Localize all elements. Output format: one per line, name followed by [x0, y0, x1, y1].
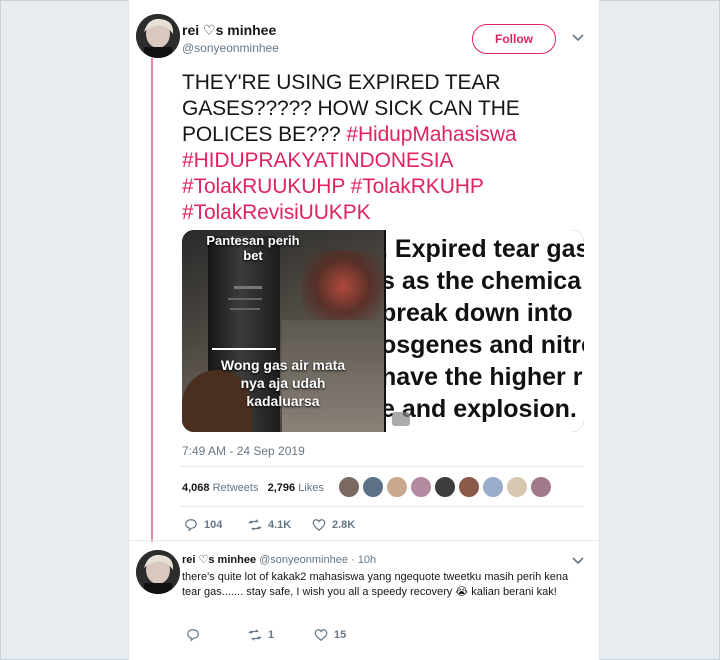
media-text-screenshot[interactable]: . Expired tear gas s as the chemica brea… [386, 230, 584, 432]
reply-meta: rei ♡s minhee @sonyeonminhee · 10h [182, 553, 376, 566]
caption-bottom-line-1: Wong gas air mata [220, 357, 346, 373]
thread-connector-line [151, 58, 153, 542]
reply-action[interactable]: 104 [184, 518, 222, 532]
heart-icon [312, 519, 326, 532]
liker-avatar[interactable] [482, 476, 504, 498]
tweet-text: THEY'RE USING EXPIRED TEAR GASES????? HO… [182, 70, 586, 226]
retweet-action[interactable]: 4.1K [248, 518, 291, 532]
reply-reply-action[interactable] [186, 628, 206, 642]
media-text-line-5: have the higher r [386, 363, 583, 391]
caption-bottom: Wong gas air mata nya aja udah kadaluars… [210, 356, 356, 410]
reply-author-handle[interactable]: @sonyeonminhee [259, 554, 348, 566]
hashtag-tolakrevisiuukpk[interactable]: #TolakRevisiUUKPK [182, 201, 371, 224]
reply-icon [187, 629, 199, 642]
caption-top: Pantesan perih bet [206, 233, 300, 263]
photo-gallery-icon [392, 412, 410, 426]
hashtag-hidupmahasiswa[interactable]: #HidupMahasiswa [346, 123, 516, 146]
reply-author-avatar[interactable] [136, 550, 180, 594]
liker-avatar[interactable] [362, 476, 384, 498]
reply-actions: 1 15 [0, 628, 720, 644]
liker-avatar[interactable] [338, 476, 360, 498]
author-avatar[interactable] [136, 14, 180, 58]
retweets-count[interactable]: 4,068 [182, 482, 210, 494]
liker-avatar[interactable] [410, 476, 432, 498]
follow-button[interactable]: Follow [472, 24, 556, 54]
hashtag-tolakrkuhp[interactable]: #TolakRKUHP [351, 175, 484, 198]
liker-avatar[interactable] [386, 476, 408, 498]
retweet-icon [248, 629, 262, 641]
engagement-stats: 4,068 Retweets 2,796 Likes [182, 482, 324, 494]
reply-like-action[interactable]: 15 [314, 628, 346, 642]
reply-author-name[interactable]: rei ♡s minhee [182, 554, 256, 566]
heart-icon [314, 629, 328, 642]
reply-time[interactable]: · 10h [351, 554, 376, 566]
reply-text: there's quite lot of kakak2 mahasiswa ya… [182, 571, 569, 598]
media-text-line-6: e and explosion. [386, 395, 577, 423]
caption-bottom-line-3: kadaluarsa [246, 393, 320, 409]
tweet-media[interactable]: Pantesan perih bet Wong gas air mata nya… [182, 230, 584, 432]
media-text-line-2: s as the chemica [386, 267, 582, 295]
retweet-icon [248, 519, 262, 531]
likes-label[interactable]: Likes [298, 482, 324, 494]
reply-chevron-down-icon[interactable] [572, 556, 584, 568]
avatar-photo-icon [136, 14, 180, 58]
tweet-timestamp[interactable]: 7:49 AM - 24 Sep 2019 [182, 444, 305, 458]
like-action[interactable]: 2.8K [312, 518, 355, 532]
tweet-separator [128, 540, 600, 541]
liker-avatar[interactable] [434, 476, 456, 498]
reply-retweet-action[interactable]: 1 [248, 628, 274, 642]
likes-count[interactable]: 2,796 [268, 482, 296, 494]
caption-bottom-line-2: nya aja udah [240, 375, 326, 391]
media-photo-tear-gas[interactable]: Pantesan perih bet Wong gas air mata nya… [182, 230, 384, 432]
hashtag-tolakruukuhp[interactable]: #TolakRUUKUHP [182, 175, 345, 198]
reply-count: 104 [204, 519, 223, 531]
tweet-actions: 104 4.1K 2.8K [0, 518, 720, 534]
retweet-count: 4.1K [268, 519, 292, 531]
author-handle[interactable]: @sonyeonminhee [182, 41, 279, 55]
divider-top [180, 466, 584, 467]
liker-avatar[interactable] [530, 476, 552, 498]
liker-avatar[interactable] [458, 476, 480, 498]
like-count: 2.8K [332, 519, 356, 531]
author-name[interactable]: rei ♡s minhee [182, 22, 276, 39]
divider-bottom [180, 506, 584, 507]
reply-like-count: 15 [334, 629, 347, 641]
avatar-photo-icon [136, 550, 180, 594]
liker-avatar[interactable] [506, 476, 528, 498]
caption-divider [212, 348, 276, 350]
retweets-label[interactable]: Retweets [213, 482, 259, 494]
media-text-line-3: break down into [386, 299, 573, 327]
reply-icon [185, 519, 197, 532]
hashtag-hiduprakyatindonesia[interactable]: #HIDUPRAKYATINDONESIA [182, 149, 453, 172]
reply-retweet-count: 1 [268, 629, 275, 641]
chevron-down-icon[interactable] [572, 33, 584, 45]
media-text-line-1: . Expired tear gas [386, 235, 584, 263]
media-text-line-4: osgenes and nitro [386, 331, 584, 359]
